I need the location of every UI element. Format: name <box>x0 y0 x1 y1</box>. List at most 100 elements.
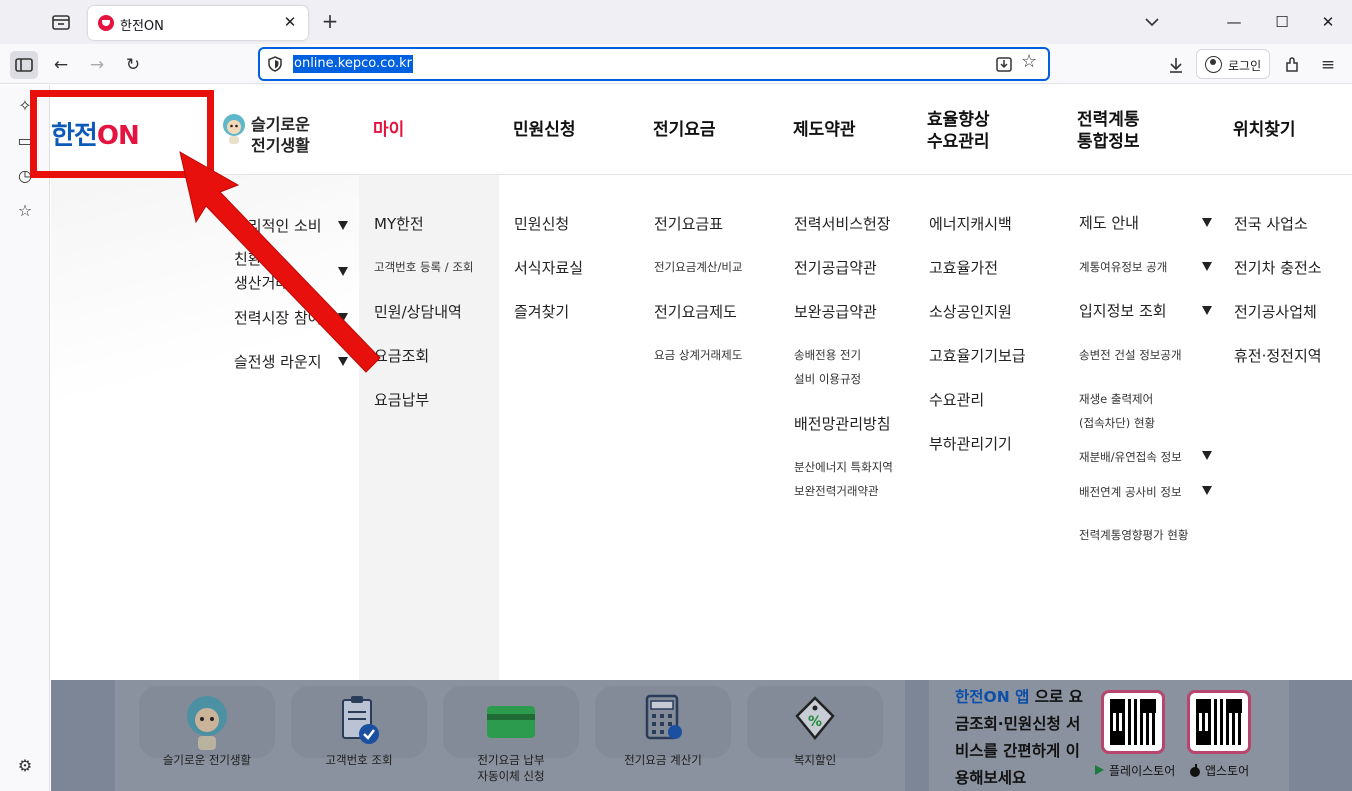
gnb-my[interactable]: 마이 <box>373 119 404 141</box>
quick-welfare-discount[interactable]: % <box>747 686 883 758</box>
playstore-qr-code[interactable] <box>1101 690 1165 754</box>
menu-civil-apply[interactable]: 민원신청 <box>514 213 569 234</box>
caret-down-icon[interactable] <box>338 267 348 276</box>
play-store-label[interactable]: 플레이스토어 <box>1109 762 1175 779</box>
download-icon[interactable] <box>1162 51 1190 79</box>
browser-sidebar: ✧ ▭ ◷ ☆ ⚙ <box>0 85 50 791</box>
menu-renewable-line1[interactable]: 재생e 출력제어 <box>1079 391 1153 407</box>
web-page: 한전ON 슬기로운 전기생활 마이 민원신청 전기요금 제도약관 효율향상 수요… <box>51 85 1352 791</box>
menu-renewable-line2[interactable]: (접속차단) 현황 <box>1079 415 1155 431</box>
caret-down-icon[interactable] <box>1202 306 1212 315</box>
back-icon[interactable]: ← <box>47 51 75 79</box>
menu-eco-line1[interactable]: 친환경 <box>234 248 275 269</box>
menu-transmission-line1[interactable]: 송배전용 전기 <box>794 347 861 363</box>
menu-icon[interactable]: ≡ <box>1314 51 1342 79</box>
gnb-civil-request[interactable]: 민원신청 <box>513 119 576 141</box>
menu-forms[interactable]: 서식자료실 <box>514 257 583 278</box>
bookmarks-icon[interactable]: ☆ <box>14 200 36 222</box>
menu-site-info[interactable]: 입지정보 조회 <box>1079 300 1167 321</box>
menu-transmission-line2[interactable]: 설비 이용규정 <box>794 371 861 387</box>
forward-icon[interactable]: → <box>83 51 111 79</box>
save-page-icon[interactable] <box>994 54 1014 74</box>
navigation-toolbar: ← → ↻ online.kepco.co.kr ☆ 로그인 ≡ <box>0 44 1352 84</box>
caret-down-icon[interactable] <box>338 313 348 322</box>
discount-tag-icon: % <box>795 696 835 740</box>
caret-down-icon[interactable] <box>1202 486 1212 495</box>
menu-lounge[interactable]: 슬전생 라운지 <box>234 351 322 372</box>
quick-label-smart-life: 슬기로운 전기생활 <box>162 753 252 767</box>
caret-down-icon[interactable] <box>1202 218 1212 227</box>
menu-energy-cashback[interactable]: 에너지캐시백 <box>929 213 1012 234</box>
menu-fee-calc[interactable]: 전기요금계산/비교 <box>654 259 743 275</box>
category-panel <box>51 175 359 680</box>
caret-down-icon[interactable] <box>338 357 348 366</box>
close-icon[interactable]: ✕ <box>280 12 300 32</box>
menu-outage-area[interactable]: 휴전·정전지역 <box>1234 345 1322 366</box>
reload-icon[interactable]: ↻ <box>119 51 147 79</box>
menu-system-guide[interactable]: 제도 안내 <box>1079 212 1139 233</box>
menu-service-charter[interactable]: 전력서비스헌장 <box>794 213 891 234</box>
menu-supplement-trade[interactable]: 보완전력거래약관 <box>794 483 879 499</box>
menu-ev-charging[interactable]: 전기차 충전소 <box>1234 257 1322 278</box>
account-button[interactable]: 로그인 <box>1196 49 1270 79</box>
browser-tab[interactable]: 한전ON ✕ <box>88 6 308 40</box>
menu-contractors[interactable]: 전기공사업체 <box>1234 301 1317 322</box>
minimize-icon[interactable]: — <box>1222 10 1246 34</box>
menu-distributed-energy[interactable]: 분산에너지 특화지역 <box>794 459 893 475</box>
menu-distribution-policy[interactable]: 배전망관리방침 <box>794 413 891 434</box>
settings-icon[interactable]: ⚙ <box>14 755 36 777</box>
extensions-icon[interactable] <box>1278 51 1306 79</box>
url-text[interactable]: online.kepco.co.kr <box>293 55 413 73</box>
brand-line-2[interactable]: 전기생활 <box>251 132 310 156</box>
menu-fee-inquiry[interactable]: 요금조회 <box>374 345 429 366</box>
appstore-qr-code[interactable] <box>1187 690 1251 754</box>
gnb-efficiency[interactable]: 효율향상 수요관리 <box>927 109 990 153</box>
menu-fee-system[interactable]: 전기요금제도 <box>654 301 737 322</box>
sidebar-icon[interactable] <box>10 51 38 79</box>
menu-branches[interactable]: 전국 사업소 <box>1234 213 1308 234</box>
caret-down-icon[interactable] <box>1202 262 1212 271</box>
quick-fee-calculator[interactable] <box>595 686 731 758</box>
menu-impact-assessment[interactable]: 전력계통영향평가 현황 <box>1079 527 1188 543</box>
close-window-icon[interactable]: ✕ <box>1316 10 1340 34</box>
menu-supply-terms[interactable]: 전기공급약관 <box>794 257 877 278</box>
menu-redistribution[interactable]: 재분배/유연접속 정보 <box>1079 449 1182 465</box>
menu-grid-capacity[interactable]: 계통여유정보 공개 <box>1079 259 1167 275</box>
plus-icon[interactable]: + <box>318 10 342 34</box>
chevron-down-icon[interactable] <box>1142 12 1162 32</box>
maximize-icon[interactable]: ☐ <box>1270 10 1294 34</box>
star-icon[interactable]: ☆ <box>1021 52 1041 72</box>
caret-down-icon[interactable] <box>338 221 348 230</box>
menu-efficient-device[interactable]: 고효율기기보급 <box>929 345 1026 366</box>
gnb-electric-fee[interactable]: 전기요금 <box>653 119 716 141</box>
tab-list-icon[interactable] <box>50 11 72 33</box>
menu-eco-line2[interactable]: 생산거래 <box>234 272 289 293</box>
menu-offset-trade[interactable]: 요금 상계거래제도 <box>654 347 742 363</box>
shield-icon[interactable] <box>266 55 284 73</box>
quick-customer-number[interactable] <box>291 686 427 758</box>
menu-supplement-terms[interactable]: 보완공급약관 <box>794 301 877 322</box>
gnb-policy-terms[interactable]: 제도약관 <box>793 119 856 141</box>
menu-fee-payment[interactable]: 요금납부 <box>374 389 429 410</box>
menu-demand-mgmt[interactable]: 수요관리 <box>929 389 984 410</box>
caret-down-icon[interactable] <box>1202 451 1212 460</box>
play-store-icon <box>1095 765 1104 775</box>
menu-transmission-construction[interactable]: 송변전 건설 정보공개 <box>1079 347 1182 363</box>
quick-smart-life[interactable] <box>139 686 275 758</box>
menu-efficient-appliance[interactable]: 고효율가전 <box>929 257 998 278</box>
menu-consult-history[interactable]: 민원/상담내역 <box>374 301 462 322</box>
gnb-grid-info[interactable]: 전력계통 통합정보 <box>1077 109 1140 153</box>
menu-favorites[interactable]: 즐겨찾기 <box>514 301 569 322</box>
url-bar[interactable]: online.kepco.co.kr ☆ <box>258 47 1050 81</box>
menu-connection-cost[interactable]: 배전연계 공사비 정보 <box>1079 484 1182 500</box>
menu-my-kepco[interactable]: MY한전 <box>374 213 424 234</box>
app-store-label[interactable]: 앱스토어 <box>1205 762 1249 779</box>
menu-customer-number[interactable]: 고객번호 등록 / 조회 <box>374 259 473 275</box>
menu-fee-table[interactable]: 전기요금표 <box>654 213 723 234</box>
menu-rational-consumption[interactable]: 합리적인 소비 <box>234 215 322 236</box>
gnb-location[interactable]: 위치찾기 <box>1233 119 1296 141</box>
menu-small-business[interactable]: 소상공인지원 <box>929 301 1012 322</box>
menu-load-device[interactable]: 부하관리기기 <box>929 433 1012 454</box>
quick-auto-payment[interactable] <box>443 686 579 758</box>
menu-power-market[interactable]: 전력시장 참여 <box>234 307 322 328</box>
